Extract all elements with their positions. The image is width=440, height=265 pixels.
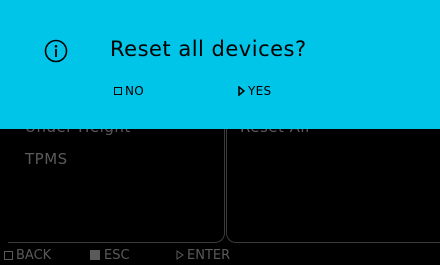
yes-triangle-icon xyxy=(238,86,245,96)
esc-key[interactable]: ESC xyxy=(90,248,130,263)
yes-label: YES xyxy=(248,84,272,98)
menu-item-tpms[interactable]: TPMS xyxy=(25,150,68,168)
back-label: BACK xyxy=(16,247,52,263)
no-square-icon xyxy=(114,87,122,95)
info-icon xyxy=(44,39,68,63)
enter-key[interactable]: ENTER xyxy=(176,248,230,263)
dialog-title: Reset all devices? xyxy=(110,37,307,61)
no-option[interactable]: NO xyxy=(114,84,144,98)
footer-bar: BACK ESC ENTER xyxy=(0,245,440,265)
enter-label: ENTER xyxy=(187,247,231,263)
no-label: NO xyxy=(125,84,145,98)
reset-dialog: Reset all devices? NO YES xyxy=(0,0,440,129)
esc-square-icon xyxy=(90,250,100,260)
back-key[interactable]: BACK xyxy=(4,248,51,263)
esc-label: ESC xyxy=(104,247,130,263)
back-square-icon xyxy=(4,250,13,260)
enter-triangle-icon xyxy=(176,250,184,260)
yes-option[interactable]: YES xyxy=(238,84,271,98)
